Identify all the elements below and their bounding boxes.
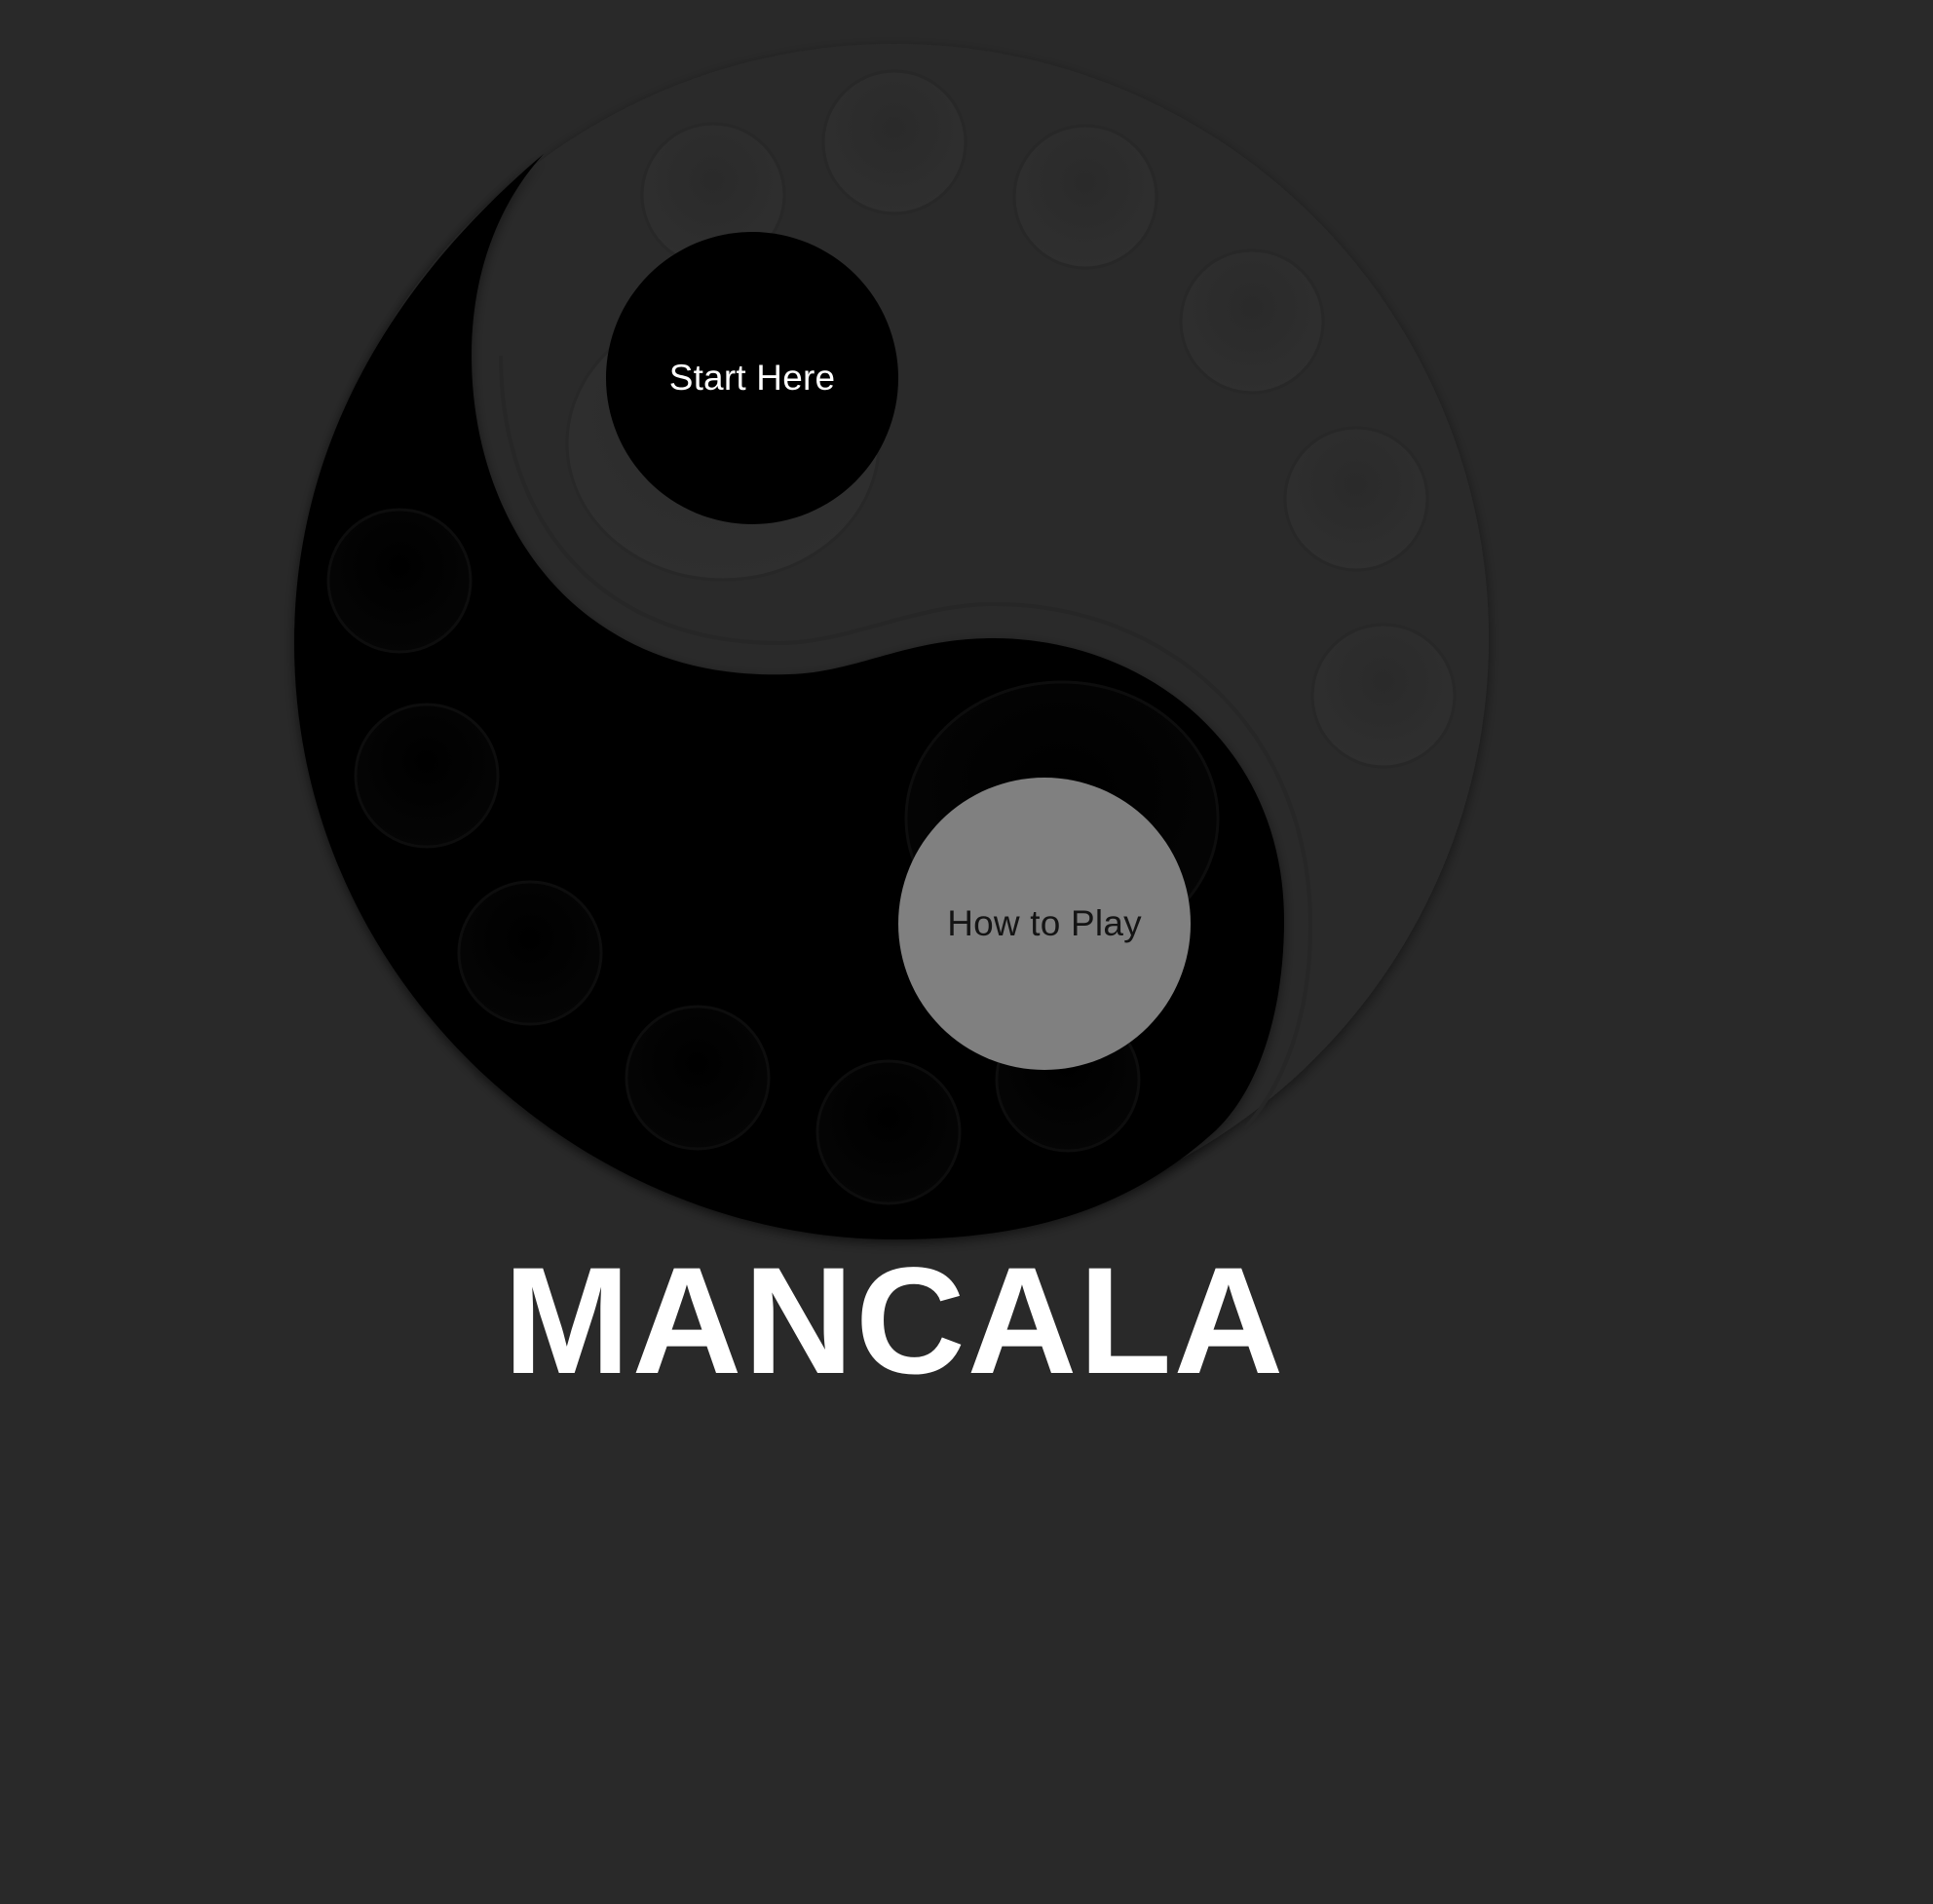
pit[interactable] (1310, 623, 1457, 769)
pit[interactable] (1283, 426, 1429, 572)
how-to-play-button-label: How to Play (947, 903, 1142, 943)
pit[interactable] (815, 1059, 962, 1205)
game-title: MANCALA (503, 1237, 1286, 1406)
pit[interactable] (625, 1005, 771, 1151)
how-to-play-button[interactable]: How to Play (898, 778, 1191, 1070)
pit[interactable] (1179, 248, 1325, 395)
pit[interactable] (821, 69, 967, 215)
start-button-label: Start Here (668, 358, 836, 398)
pit[interactable] (1012, 124, 1158, 270)
start-button[interactable]: Start Here (606, 232, 898, 524)
pit[interactable] (354, 703, 500, 849)
pit[interactable] (326, 508, 473, 654)
pit[interactable] (457, 880, 603, 1026)
